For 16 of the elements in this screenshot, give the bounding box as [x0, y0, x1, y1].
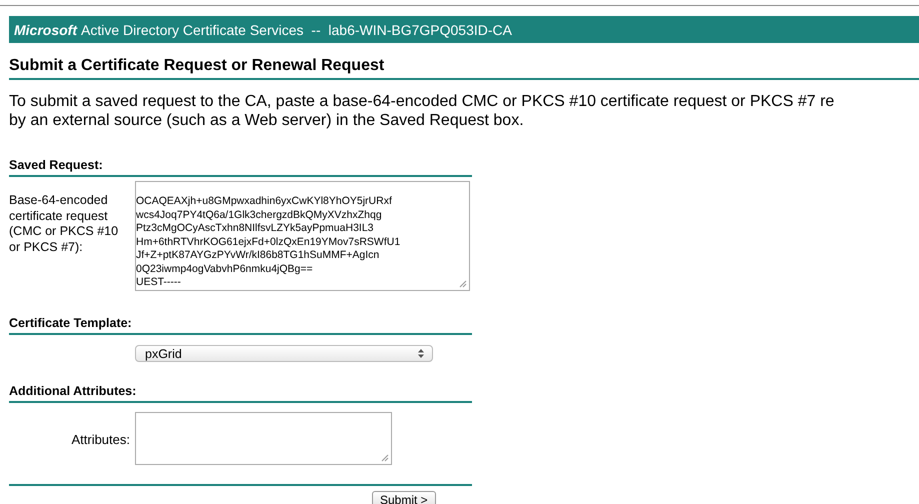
header-title: Active Directory Certificate Services -- lab6-WIN-BG7GPQ053ID-CA: [81, 22, 512, 38]
page-heading: Submit a Certificate Request or Renewal Request: [9, 57, 919, 80]
attributes-textarea[interactable]: [135, 412, 392, 465]
field-label: Attributes:: [70, 431, 131, 449]
request-textarea[interactable]: OCAQEAXjh+u8GMpwxadhin6yxCwKYl8YhOY5jrURxf wcs4Joq7PY4tQ6a/1Glk3chergzdBkQMyXVzhxZhqg Ptz3cMgOCyAscTxhn8NIlfsvLZYk5ayPpmuaH3IL3 Hm+6thRTVhrKOG61ejxFd+0lzQxEn19YMov7sRSWfU1 Jf+Z+ptK87AYGzPYvWr/kI86b8TG1hSuMMF+AgIcn 0Q23iwmp4ogVabvhP6nmku4jQBg== UEST-----: [135, 181, 470, 291]
resize-grip-icon[interactable]: [381, 454, 389, 462]
section-heading: Additional Attributes:: [9, 384, 472, 403]
field-label: Base-64-encoded certificate request (CMC or PKCS #10 or PKCS #7):: [9, 192, 120, 256]
brand-name: Microsoft: [14, 22, 77, 38]
section-heading: Certificate Template:: [9, 316, 472, 335]
intro-paragraph: To submit a saved request to the CA, paste a base-64-encoded CMC or PKCS #10 certificate request or PKCS #7 re by an external source (such as a Web server) in the Saved Request box.: [9, 92, 836, 130]
stepper-icon: [418, 349, 424, 358]
template-dropdown[interactable]: pxGrid: [135, 345, 433, 362]
section-heading: Saved Request:: [9, 158, 472, 177]
resize-grip-icon[interactable]: [459, 280, 467, 288]
submit-button[interactable]: Submit >: [372, 491, 436, 504]
